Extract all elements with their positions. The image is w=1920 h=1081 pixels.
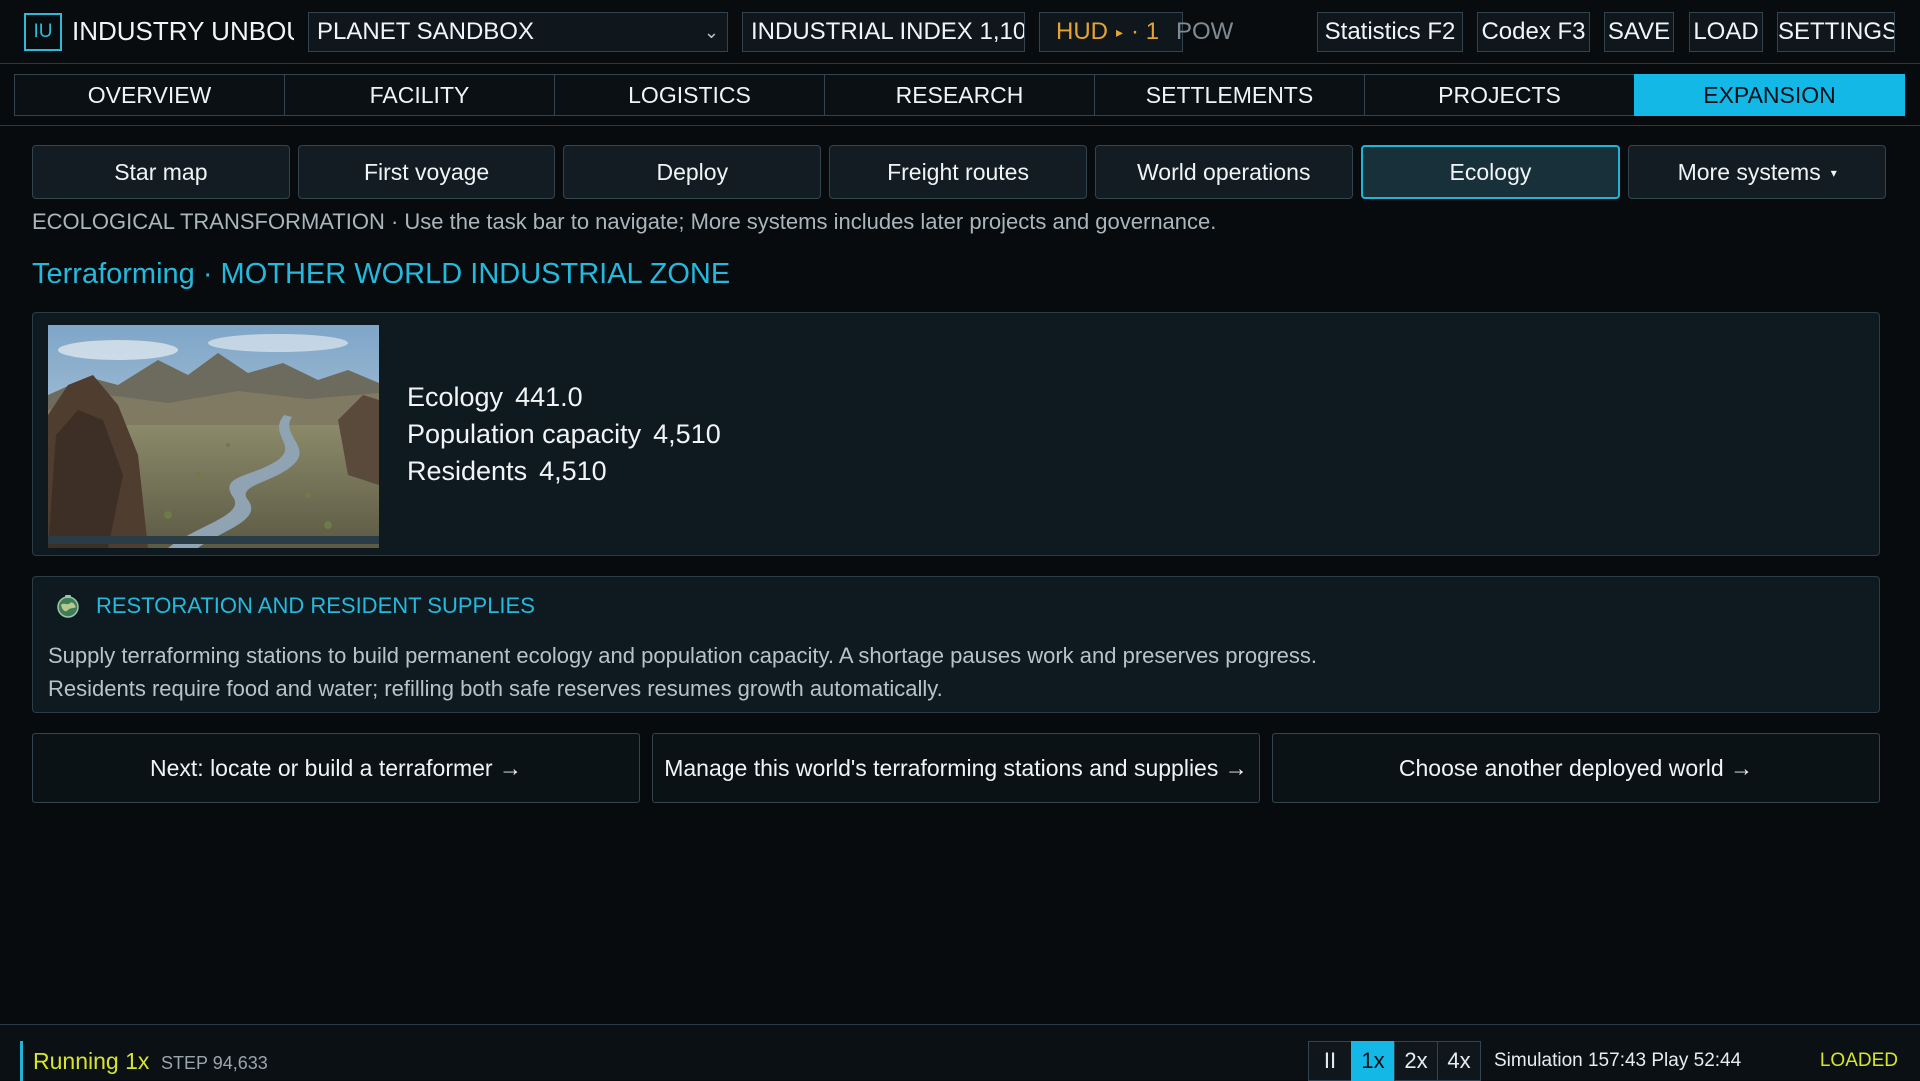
chevron-down-icon: ⌄ xyxy=(703,22,719,42)
subtab-world-operations[interactable]: World operations xyxy=(1094,145,1353,199)
tab-projects[interactable]: PROJECTS xyxy=(1364,74,1635,116)
app-title: INDUSTRY UNBOU xyxy=(72,16,294,46)
manage-stations-button[interactable]: Manage this world's terraforming station… xyxy=(652,733,1260,803)
info-card: RESTORATION AND RESIDENT SUPPLIES Supply… xyxy=(32,576,1880,713)
stat-residents: Residents 4,510 xyxy=(407,453,721,490)
caret-down-icon: ▾ xyxy=(1830,166,1837,180)
locate-terraformer-button[interactable]: Next: locate or build a terraformer → xyxy=(32,733,640,803)
main-nav: OVERVIEW FACILITY LOGISTICS RESEARCH SET… xyxy=(14,74,1905,116)
codex-button[interactable]: Codex F3 xyxy=(1477,12,1590,52)
time-readout: Simulation 157:43 Play 52:44 xyxy=(1494,1050,1742,1071)
speed-controls: II 1x 2x 4x xyxy=(1308,1041,1481,1081)
subtab-ecology[interactable]: Ecology xyxy=(1360,145,1621,199)
subtab-first-voyage[interactable]: First voyage xyxy=(297,145,556,199)
statistics-button[interactable]: Statistics F2 xyxy=(1317,12,1463,52)
status-accent xyxy=(20,1041,23,1081)
action-buttons: Next: locate or build a terraformer → Ma… xyxy=(32,733,1880,803)
choose-world-button[interactable]: Choose another deployed world → xyxy=(1272,733,1880,803)
play-arrow-icon: ▸ xyxy=(1116,24,1124,40)
stat-value: 4,510 xyxy=(653,419,721,449)
load-status: LOADED xyxy=(1819,1050,1898,1071)
globe-icon xyxy=(57,595,79,618)
world-card: Ecology 441.0 Population capacity 4,510 Re… xyxy=(32,312,1880,556)
world-landscape-image xyxy=(48,325,379,548)
info-line: Supply terraforming stations to build pe… xyxy=(48,643,1317,668)
world-select[interactable]: PLANET SANDBOX ⌄ xyxy=(308,12,728,52)
speed-1x-button[interactable]: 1x xyxy=(1351,1041,1395,1081)
more-systems-label: More systems xyxy=(1677,159,1821,185)
tab-expansion[interactable]: EXPANSION xyxy=(1634,74,1905,116)
stat-label: Ecology xyxy=(407,382,504,412)
stat-label: Population capacity xyxy=(407,419,642,449)
status-bar: Running 1x STEP 94,633 II 1x 2x 4x Simul… xyxy=(0,1024,1920,1081)
info-title: RESTORATION AND RESIDENT SUPPLIES xyxy=(96,593,535,618)
subtab-star-map[interactable]: Star map xyxy=(32,145,290,199)
top-bar: IU INDUSTRY UNBOU PLANET SANDBOX ⌄ INDUS… xyxy=(0,0,1920,64)
stat-ecology: Ecology 441.0 xyxy=(407,379,721,416)
load-button[interactable]: LOAD xyxy=(1689,12,1763,52)
simulation-state: Running 1x xyxy=(33,1048,150,1074)
app-logo: IU xyxy=(24,13,62,51)
pause-button[interactable]: II xyxy=(1308,1041,1352,1081)
info-line: Residents require food and water; refill… xyxy=(48,676,943,701)
pow-indicator: POW xyxy=(1176,18,1234,45)
tab-facility[interactable]: FACILITY xyxy=(284,74,555,116)
tab-settlements[interactable]: SETTLEMENTS xyxy=(1094,74,1365,116)
subtab-deploy[interactable]: Deploy xyxy=(563,145,822,199)
stat-value: 4,510 xyxy=(539,456,607,486)
hud-toggle[interactable]: HUD ▸ · 1 xyxy=(1039,12,1183,52)
nav-divider xyxy=(0,125,1920,126)
settings-button[interactable]: SETTINGS xyxy=(1777,12,1895,52)
step-counter: STEP 94,633 xyxy=(161,1053,268,1073)
subtab-more-systems[interactable]: More systems ▾ xyxy=(1628,145,1887,199)
save-button[interactable]: SAVE xyxy=(1604,12,1674,52)
image-progress-strip xyxy=(48,536,379,544)
tab-overview[interactable]: OVERVIEW xyxy=(14,74,285,116)
hud-count: · 1 xyxy=(1131,18,1160,45)
subtab-freight-routes[interactable]: Freight routes xyxy=(829,145,1087,199)
hud-label: HUD xyxy=(1056,18,1108,45)
stat-value: 441.0 xyxy=(515,382,583,412)
stat-population-capacity: Population capacity 4,510 xyxy=(407,416,721,453)
industrial-index: INDUSTRIAL INDEX 1,100 xyxy=(742,12,1025,52)
page-title: Terraforming · MOTHER WORLD INDUSTRIAL Z… xyxy=(32,258,731,290)
info-body: Supply terraforming stations to build pe… xyxy=(48,639,1317,705)
world-stats: Ecology 441.0 Population capacity 4,510 Re… xyxy=(407,379,721,490)
speed-4x-button[interactable]: 4x xyxy=(1437,1041,1481,1081)
stat-label: Residents xyxy=(407,456,528,486)
tab-research[interactable]: RESEARCH xyxy=(824,74,1095,116)
tab-logistics[interactable]: LOGISTICS xyxy=(554,74,825,116)
sub-nav: Star map First voyage Deploy Freight rou… xyxy=(32,145,1887,199)
world-select-value: PLANET SANDBOX xyxy=(317,18,534,45)
navigation-hint: ECOLOGICAL TRANSFORMATION · Use the task… xyxy=(32,209,1217,234)
speed-2x-button[interactable]: 2x xyxy=(1394,1041,1438,1081)
